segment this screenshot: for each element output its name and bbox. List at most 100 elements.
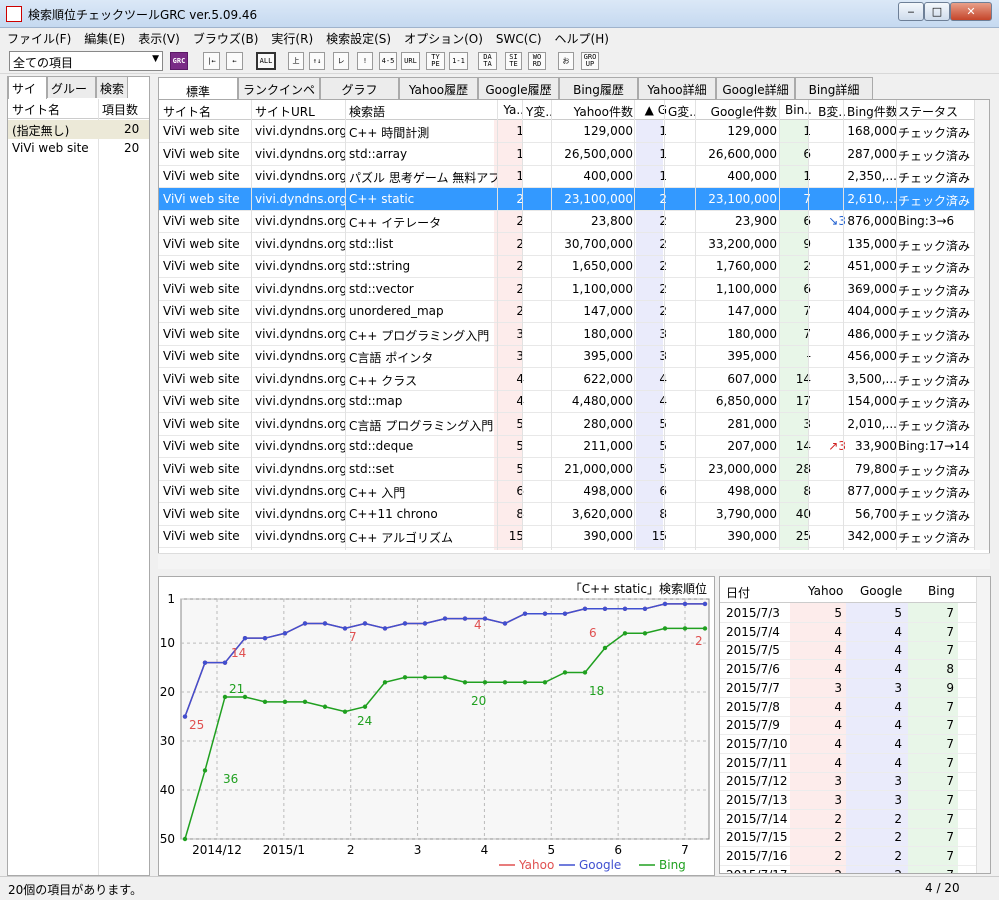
left-tab[interactable]: サイト [8, 76, 47, 113]
toolbar-button[interactable]: SI TE [505, 52, 522, 70]
history-row: 2015/7/10 4 4 7 [720, 735, 978, 754]
grid-column-header[interactable]: 検索語 [349, 103, 497, 120]
toolbar-button[interactable]: GRC [170, 52, 188, 70]
table-row[interactable]: ViVi web site vivi.dyndns.org C++ アルゴリズム 15… [159, 525, 989, 548]
menu-item[interactable]: ファイル(F) [0, 28, 77, 47]
toolbar-button[interactable]: ↑↓ [309, 52, 325, 70]
table-row[interactable]: ViVi web site vivi.dyndns.org C++ 入門 6 498,0… [159, 480, 989, 503]
toolbar-button[interactable]: ALL [256, 52, 276, 70]
table-row[interactable]: ViVi web site vivi.dyndns.org std::vector 2… [159, 278, 989, 301]
table-cell: C++11 chrono [349, 506, 438, 521]
table-row[interactable]: ViVi web site vivi.dyndns.org std::list 2 30… [159, 233, 989, 256]
table-row[interactable]: ViVi web site vivi.dyndns.org C++ プログラミング入… [159, 323, 989, 346]
main-tab[interactable]: グラフ [320, 77, 399, 99]
main-tab[interactable]: Google詳細 [716, 77, 795, 99]
history-date: 2015/7/7 [726, 680, 780, 695]
toolbar-button[interactable]: GRO UP [581, 52, 599, 70]
table-row[interactable]: ViVi web site vivi.dyndns.org std::set 5 21,… [159, 458, 989, 481]
filter-combo[interactable]: 全ての項目 ▼ [9, 51, 163, 71]
toolbar-button[interactable]: DA TA [478, 52, 497, 70]
toolbar-button[interactable]: 1-1 [449, 52, 468, 70]
table-cell: 3,620,000 [571, 506, 633, 521]
toolbar-button[interactable]: WO RD [528, 52, 546, 70]
site-list-item[interactable]: ViVi web site 20 [8, 139, 149, 158]
history-date: 2015/7/3 [726, 606, 780, 620]
table-row[interactable]: ViVi web site vivi.dyndns.org C言語 プログラミング入… [159, 413, 989, 436]
history-yahoo: 4 [834, 643, 842, 658]
menu-item[interactable]: SWC(C) [489, 30, 548, 46]
history-bing: 7 [946, 718, 954, 733]
history-row: 2015/7/3 5 5 7 [720, 604, 978, 623]
menu-item[interactable]: オプション(O) [397, 28, 489, 47]
main-tab[interactable]: Google履歴 [478, 77, 559, 99]
table-row[interactable]: ViVi web site vivi.dyndns.org C++ イテレータ 2 23… [159, 210, 989, 233]
toolbar-button[interactable]: |← [203, 52, 220, 70]
grid-column-header[interactable]: Y変.. [526, 103, 554, 120]
grid-column-header[interactable]: Ya.. [500, 103, 524, 117]
menu-item[interactable]: 検索設定(S) [319, 28, 397, 47]
main-tab[interactable]: 標準 [158, 77, 238, 101]
history-date: 2015/7/15 [726, 830, 788, 845]
table-cell: C++ 入門 [349, 486, 406, 500]
grid-column-header[interactable]: サイトURL [255, 103, 347, 120]
minimize-button[interactable]: ‒ [898, 2, 924, 21]
history-bing: 7 [946, 736, 954, 751]
table-row[interactable]: ViVi web site vivi.dyndns.org C++ 時間計測 1 129… [159, 120, 989, 143]
table-row[interactable]: ViVi web site vivi.dyndns.org C++ static 2 2… [159, 187, 989, 211]
menu-item[interactable]: 表示(V) [131, 28, 186, 47]
toolbar-button[interactable]: URL [401, 52, 420, 70]
table-row[interactable]: ViVi web site vivi.dyndns.org C++ クラス 4 622,… [159, 368, 989, 391]
grid-column-header[interactable]: G変.. [668, 103, 698, 120]
table-row[interactable]: ViVi web site vivi.dyndns.org C言語 ポインタ 3 395… [159, 345, 989, 368]
data-point-bing [422, 675, 428, 680]
toolbar-button[interactable]: お [558, 52, 574, 70]
grid-column-header[interactable]: Google件数 [699, 103, 777, 120]
data-point-bing [222, 694, 228, 700]
main-tab[interactable]: Bing履歴 [559, 77, 638, 99]
history-scrollbar[interactable] [976, 577, 990, 873]
table-row[interactable]: ViVi web site vivi.dyndns.org std::string 2… [159, 255, 989, 278]
table-row[interactable]: ViVi web site vivi.dyndns.org std::array 1 2… [159, 143, 989, 166]
toolbar-button[interactable]: 4-5 [379, 52, 397, 70]
maximize-button[interactable]: □ [924, 2, 950, 21]
menu-item[interactable]: ブラウズ(B) [186, 28, 265, 47]
table-row[interactable]: ViVi web site vivi.dyndns.org std::map 4 4,4… [159, 390, 989, 413]
menu-item[interactable]: 編集(E) [77, 28, 131, 47]
filter-value: 全ての項目 [13, 56, 74, 70]
menu-item[interactable]: 実行(R) [264, 28, 319, 47]
table-cell: std::array [349, 146, 408, 161]
grid-column-header[interactable]: サイト名 [163, 103, 253, 120]
toolbar-button[interactable]: ! [357, 52, 373, 70]
main-tab[interactable]: Yahoo詳細 [638, 77, 716, 99]
grid-column-header[interactable]: Bing件数 [847, 103, 897, 120]
menu-item[interactable]: ヘルプ(H) [548, 28, 615, 47]
toolbar-button[interactable]: TY PE [426, 52, 445, 70]
table-row[interactable]: ViVi web site vivi.dyndns.org std::deque 5 2… [159, 435, 989, 458]
history-google: 4 [894, 736, 902, 751]
table-cell: 23,900 [735, 214, 777, 228]
grid-column-header[interactable]: Yahoo件数 [555, 103, 633, 120]
main-tab[interactable]: Yahoo履歴 [399, 77, 478, 99]
table-row[interactable]: ViVi web site vivi.dyndns.org C++11 chrono… [159, 503, 989, 526]
grid-horizontal-scrollbar[interactable] [158, 553, 990, 569]
grid-column-header[interactable]: B変.. [812, 103, 846, 120]
table-row[interactable]: ViVi web site vivi.dyndns.org unordered_ma… [159, 300, 989, 323]
data-point-google [282, 631, 288, 636]
table-row[interactable]: ViVi web site vivi.dyndns.org パズル 思考ゲーム 無料… [159, 165, 989, 188]
main-tab[interactable]: ランクインページ [238, 77, 320, 114]
table-cell: 404,000 [847, 304, 897, 318]
history-google: 4 [894, 718, 902, 733]
history-bing: 7 [946, 624, 954, 639]
left-tab[interactable]: グループ [47, 76, 96, 113]
left-tab[interactable]: 検索 [96, 76, 128, 98]
table-cell: std::deque [349, 439, 414, 453]
toolbar-button[interactable]: 上 [288, 52, 304, 70]
data-point-bing [442, 675, 448, 680]
main-tab[interactable]: Bing詳細 [795, 77, 873, 99]
toolbar-button[interactable]: レ [333, 52, 349, 70]
grid-vertical-scrollbar[interactable] [974, 100, 989, 550]
toolbar-button[interactable]: ← [226, 52, 243, 70]
site-list-item[interactable]: (指定無し) 20 [8, 120, 149, 139]
grid-column-header[interactable]: ステータス [898, 103, 974, 120]
close-button[interactable]: ✕ [950, 2, 992, 21]
